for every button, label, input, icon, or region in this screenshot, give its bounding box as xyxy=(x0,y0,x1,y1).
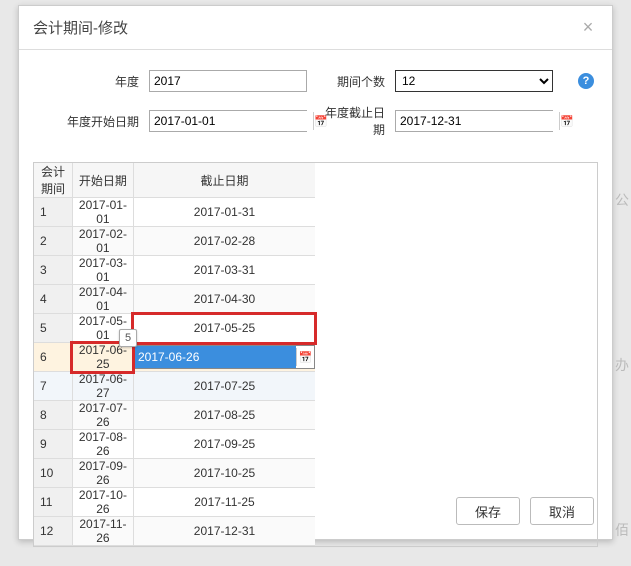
cell-period: 2 xyxy=(34,227,72,256)
year-end-input[interactable] xyxy=(396,111,559,131)
cell-start[interactable]: 2017-04-01 xyxy=(72,285,133,314)
table-row[interactable]: 102017-09-262017-10-25 xyxy=(34,459,315,488)
th-start: 开始日期 xyxy=(72,163,133,198)
cell-end[interactable]: 2017-11-25 xyxy=(133,488,315,517)
table-row[interactable]: 82017-07-262017-08-25 xyxy=(34,401,315,430)
year-input[interactable] xyxy=(149,70,307,92)
cancel-button[interactable]: 取消 xyxy=(530,497,594,525)
table-header-row: 会计期间 开始日期 截止日期 xyxy=(34,163,315,198)
cell-end[interactable]: 2017-10-25 xyxy=(133,459,315,488)
close-icon[interactable]: × xyxy=(578,17,598,38)
calendar-icon[interactable]: 📅 xyxy=(559,112,574,130)
cell-start[interactable]: 2017-10-26 xyxy=(72,488,133,517)
table-row[interactable]: 112017-10-262017-11-25 xyxy=(34,488,315,517)
cell-period: 3 xyxy=(34,256,72,285)
save-button[interactable]: 保存 xyxy=(456,497,520,525)
cell-start[interactable]: 2017-02-01 xyxy=(72,227,133,256)
cell-period: 10 xyxy=(34,459,72,488)
cell-start[interactable]: 2017-09-26 xyxy=(72,459,133,488)
cell-period: 7 xyxy=(34,372,72,401)
cell-start[interactable]: 2017-07-26 xyxy=(72,401,133,430)
cell-end[interactable]: 2017-12-31 xyxy=(133,517,315,546)
cell-end[interactable]: 2017-03-31 xyxy=(133,256,315,285)
bg-hint: 办 xyxy=(615,355,629,375)
cell-end[interactable]: 2017-04-30 xyxy=(133,285,315,314)
table-row[interactable]: 32017-03-012017-03-31 xyxy=(34,256,315,285)
cell-period: 11 xyxy=(34,488,72,517)
help-icon[interactable]: ? xyxy=(578,73,594,89)
table-row[interactable]: 92017-08-262017-09-25 xyxy=(34,430,315,459)
cell-start[interactable]: 2017-11-26 xyxy=(72,517,133,546)
cell-period: 12 xyxy=(34,517,72,546)
th-period: 会计期间 xyxy=(34,163,72,198)
cell-end[interactable]: 2017-05-25 xyxy=(133,314,315,343)
cell-end[interactable]: 2017-08-25 xyxy=(133,401,315,430)
table-row-selected[interactable]: 6 2017-06-25 📅 xyxy=(34,343,315,372)
cell-period: 4 xyxy=(34,285,72,314)
th-end: 截止日期 xyxy=(133,163,315,198)
table-row[interactable]: 12017-01-012017-01-31 xyxy=(34,198,315,227)
tooltip-badge: 5 xyxy=(119,329,137,347)
cell-period: 9 xyxy=(34,430,72,459)
dialog-footer: 保存 取消 xyxy=(456,497,594,525)
dialog-title: 会计期间-修改 xyxy=(33,17,128,38)
year-start-input[interactable] xyxy=(150,111,313,131)
cell-period: 6 xyxy=(34,343,72,372)
cell-period: 1 xyxy=(34,198,72,227)
cell-period: 8 xyxy=(34,401,72,430)
form-area: 年度 期间个数 12 ? 年度开始日期 📅 年度截止日期 📅 xyxy=(19,50,612,162)
bg-hint: 佰 xyxy=(615,520,629,540)
dialog-header: 会计期间-修改 × xyxy=(19,6,612,50)
table-row[interactable]: 122017-11-262017-12-31 xyxy=(34,517,315,546)
label-year: 年度 xyxy=(39,73,149,90)
cell-period: 5 xyxy=(34,314,72,343)
cell-end[interactable]: 2017-01-31 xyxy=(133,198,315,227)
label-year-start: 年度开始日期 xyxy=(39,113,149,130)
table-row[interactable]: 72017-06-272017-07-25 xyxy=(34,372,315,401)
table-row[interactable]: 22017-02-012017-02-28 xyxy=(34,227,315,256)
dialog-modify-period: 会计期间-修改 × 年度 期间个数 12 ? 年度开始日期 📅 年度截止日期 📅 xyxy=(18,5,613,540)
period-count-select[interactable]: 12 xyxy=(395,70,553,92)
bg-hint: 公 xyxy=(615,190,629,210)
cell-end-editing[interactable]: 📅 xyxy=(133,343,315,372)
table-row[interactable]: 52017-05-012017-05-25 xyxy=(34,314,315,343)
label-year-end: 年度截止日期 xyxy=(315,104,395,138)
label-period-count: 期间个数 xyxy=(315,73,395,90)
period-table: 会计期间 开始日期 截止日期 12017-01-012017-01-31 220… xyxy=(34,163,315,546)
cell-end-input[interactable] xyxy=(135,346,296,368)
cell-end[interactable]: 2017-07-25 xyxy=(133,372,315,401)
calendar-icon[interactable]: 📅 xyxy=(296,348,314,366)
cell-start[interactable]: 2017-01-01 xyxy=(72,198,133,227)
table-row[interactable]: 42017-04-012017-04-30 xyxy=(34,285,315,314)
year-end-date-field[interactable]: 📅 xyxy=(395,110,553,132)
cell-start[interactable]: 2017-08-26 xyxy=(72,430,133,459)
period-table-wrap: 会计期间 开始日期 截止日期 12017-01-012017-01-31 220… xyxy=(33,162,598,547)
cell-start[interactable]: 2017-06-27 xyxy=(72,372,133,401)
cell-end[interactable]: 2017-09-25 xyxy=(133,430,315,459)
cell-end[interactable]: 2017-02-28 xyxy=(133,227,315,256)
year-start-date-field[interactable]: 📅 xyxy=(149,110,307,132)
cell-start[interactable]: 2017-03-01 xyxy=(72,256,133,285)
